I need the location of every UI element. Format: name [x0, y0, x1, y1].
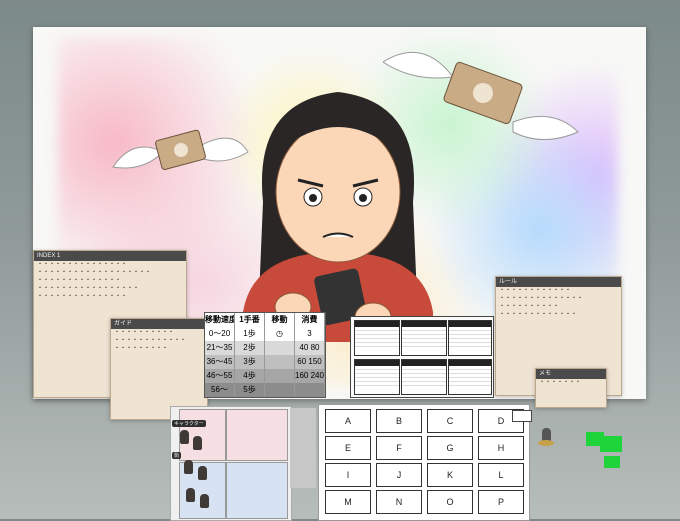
- note-line: ・・・・・・・・・・・・: [499, 288, 572, 295]
- coin-icon: [538, 440, 554, 446]
- ref-table: [448, 320, 492, 356]
- table-cell: 40 80: [295, 341, 325, 355]
- speed-table[interactable]: 移動速度 1手番 移動 消費 0〜20 1歩 ◷ 3 21〜35 2歩 40 8…: [204, 312, 326, 398]
- letter-grid[interactable]: A B C D E F G H I J K L M N O P: [318, 404, 530, 521]
- note-line: ・・・・・・・・・・: [499, 304, 560, 311]
- table-cell: [265, 369, 295, 383]
- table-row: 56〜 5歩: [205, 383, 325, 397]
- table-header: 移動: [265, 313, 295, 327]
- letter-card[interactable]: E: [325, 436, 371, 460]
- vertical-label-strip: [290, 408, 316, 488]
- table-cell: 5歩: [235, 383, 265, 397]
- mat-zone-blue[interactable]: [226, 462, 288, 519]
- game-piece[interactable]: [180, 430, 189, 444]
- table-cell: [265, 341, 295, 355]
- mat-zone-pink[interactable]: [226, 409, 288, 461]
- letter-card[interactable]: I: [325, 463, 371, 487]
- letter-card[interactable]: P: [478, 490, 524, 514]
- green-marker[interactable]: [604, 456, 620, 468]
- note-line: ・・・・・・・・・・: [114, 330, 175, 337]
- table-cell: [295, 383, 325, 397]
- small-card[interactable]: [512, 410, 532, 422]
- letter-card[interactable]: C: [427, 409, 473, 433]
- table-header: 消費: [295, 313, 325, 327]
- table-row: 46〜55 4歩 160 240: [205, 369, 325, 383]
- note-line: ・・・・・・・・・・・・・・・: [37, 294, 128, 301]
- game-piece[interactable]: [184, 460, 193, 474]
- note-card-header: メモ: [536, 369, 606, 380]
- letter-card[interactable]: L: [478, 463, 524, 487]
- note-card-overlay-left[interactable]: ガイド ・・・・・・・・・・ ・・・・・・・・・・・・ ・・・・・・・・・: [110, 318, 208, 420]
- table-cell: [265, 383, 295, 397]
- note-line: ・・・・・・・・・・・・・・・・・・・: [37, 270, 152, 277]
- table-cell: 21〜35: [205, 341, 235, 355]
- table-cell: 1歩: [235, 327, 265, 341]
- letter-card[interactable]: H: [478, 436, 524, 460]
- letter-card[interactable]: B: [376, 409, 422, 433]
- table-cell: 4歩: [235, 369, 265, 383]
- letter-card[interactable]: J: [376, 463, 422, 487]
- table-header-row: 移動速度 1手番 移動 消費: [205, 313, 325, 327]
- note-line: ・・・・・・・・・・・・: [114, 338, 187, 345]
- letter-card[interactable]: M: [325, 490, 371, 514]
- game-piece[interactable]: [186, 488, 195, 502]
- game-piece[interactable]: [193, 436, 202, 450]
- table-cell: 160 240: [295, 369, 325, 383]
- ref-table: [448, 359, 492, 395]
- table-cell: 46〜55: [205, 369, 235, 383]
- letter-card[interactable]: O: [427, 490, 473, 514]
- ref-table: [354, 359, 400, 395]
- letter-card[interactable]: G: [427, 436, 473, 460]
- letter-card[interactable]: F: [376, 436, 422, 460]
- note-card-header: ガイド: [111, 319, 207, 330]
- letter-card[interactable]: A: [325, 409, 371, 433]
- note-card-header: INDEX 1: [34, 251, 186, 262]
- note-card-overlay-right[interactable]: メモ ・・・・・・・: [535, 368, 607, 408]
- note-line: ・・・・・・・・・・・・・・: [499, 296, 584, 303]
- game-piece[interactable]: [198, 466, 207, 480]
- reference-sheet[interactable]: [350, 316, 494, 398]
- note-line: ・・・・・・・・・: [114, 346, 169, 353]
- note-line: ・・・・・・・・・・・・・・・・・: [37, 286, 140, 293]
- note-line: ・・・・・・・・・・・・・: [499, 312, 578, 319]
- token-label: キャラクター: [172, 420, 206, 427]
- ref-table: [354, 320, 400, 356]
- table-cell: 60 150: [295, 355, 325, 369]
- table-cell: 3: [295, 327, 325, 341]
- note-line: ・・・・・・・・・・・・・・: [37, 278, 122, 285]
- table-cell: 0〜20: [205, 327, 235, 341]
- game-piece[interactable]: [200, 494, 209, 508]
- letter-card[interactable]: N: [376, 490, 422, 514]
- note-line: ・・・・・・・: [539, 380, 582, 387]
- letter-card[interactable]: K: [427, 463, 473, 487]
- worried-woman-illustration: [243, 92, 433, 342]
- note-card-header: ルール: [496, 277, 621, 288]
- ref-table: [401, 359, 447, 395]
- table-row: 21〜35 2歩 40 80: [205, 341, 325, 355]
- note-line: ・・・・・・・・・・・・・・・: [37, 262, 128, 269]
- ref-table: [401, 320, 447, 356]
- table-header: 1手番: [235, 313, 265, 327]
- table-cell: 36〜45: [205, 355, 235, 369]
- table-row: 36〜45 3歩 60 150: [205, 355, 325, 369]
- table-row: 0〜20 1歩 ◷ 3: [205, 327, 325, 341]
- clock-icon: ◷: [265, 327, 295, 341]
- table-cell: [265, 355, 295, 369]
- table-cell: 3歩: [235, 355, 265, 369]
- table-header: 移動速度: [205, 313, 235, 327]
- green-marker[interactable]: [600, 436, 622, 452]
- token-label: 駒: [172, 452, 182, 459]
- table-cell: 56〜: [205, 383, 235, 397]
- table-cell: 2歩: [235, 341, 265, 355]
